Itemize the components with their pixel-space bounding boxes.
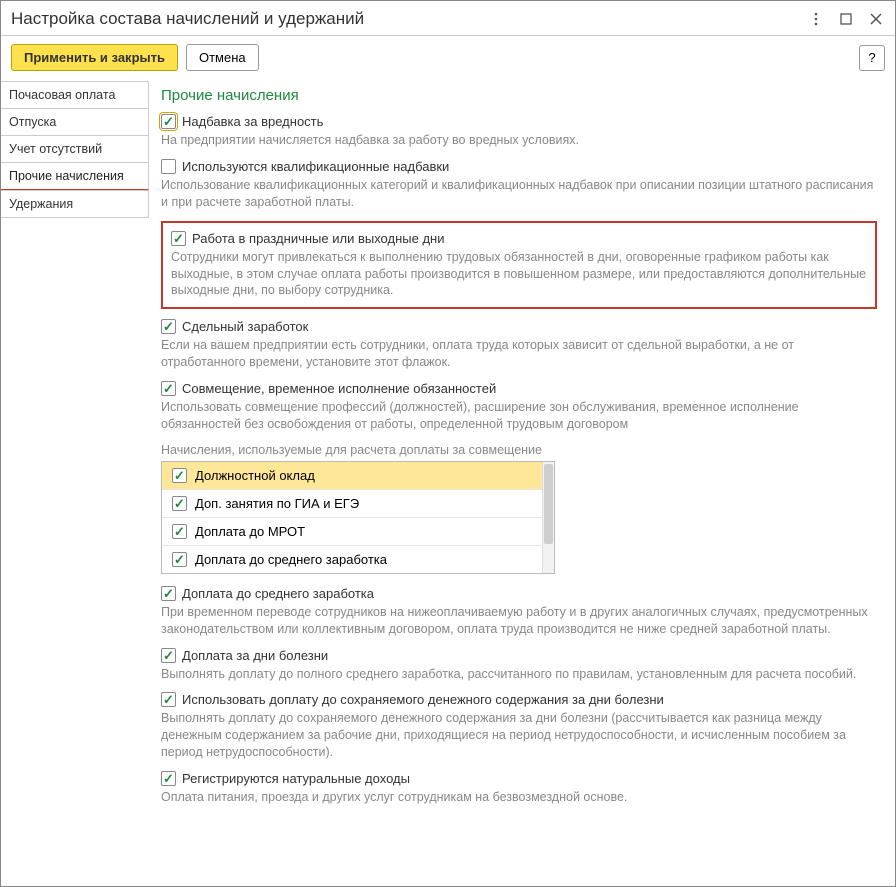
option-natural-income: Регистрируются натуральные доходы Оплата…	[161, 771, 877, 806]
list-item-label: Доп. занятия по ГИА и ЕГЭ	[195, 496, 359, 511]
option-desc: Выполнять доплату до полного среднего за…	[161, 666, 877, 683]
checkbox-avg-pay[interactable]	[161, 586, 176, 601]
option-desc: Использование квалификационных категорий…	[161, 177, 877, 211]
checkbox-natural-income[interactable]	[161, 771, 176, 786]
option-desc: Оплата питания, проезда и других услуг с…	[161, 789, 877, 806]
option-label: Доплата до среднего заработка	[182, 586, 374, 601]
scrollbar-thumb[interactable]	[544, 464, 553, 544]
option-harmful-bonus: Надбавка за вредность На предприятии нач…	[161, 114, 877, 149]
list-item[interactable]: Доплата до МРОТ	[162, 518, 544, 546]
option-label: Работа в праздничные или выходные дни	[192, 231, 444, 246]
list-item[interactable]: Должностной оклад	[162, 462, 544, 490]
checkbox-harmful-bonus[interactable]	[161, 114, 176, 129]
option-qualification-bonus: Используются квалификационные надбавки И…	[161, 159, 877, 211]
list-item[interactable]: Доплата до среднего заработка	[162, 546, 544, 573]
close-icon[interactable]	[867, 10, 885, 28]
option-desc: На предприятии начисляется надбавка за р…	[161, 132, 877, 149]
sidebar-item-vacation[interactable]: Отпуска	[1, 108, 149, 136]
checkbox-list-item[interactable]	[172, 496, 187, 511]
option-label: Сдельный заработок	[182, 319, 308, 334]
section-title: Прочие начисления	[161, 87, 877, 104]
option-avg-pay-supplement: Доплата до среднего заработка При времен…	[161, 586, 877, 638]
option-label: Совмещение, временное исполнение обязанн…	[182, 381, 496, 396]
checkbox-holiday-work[interactable]	[171, 231, 186, 246]
option-desc: При временном переводе сотрудников на ни…	[161, 604, 877, 638]
option-label: Доплата за дни болезни	[182, 648, 328, 663]
kebab-icon[interactable]	[807, 10, 825, 28]
sidebar: Почасовая оплата Отпуска Учет отсутствий…	[1, 79, 149, 884]
list-label: Начисления, используемые для расчета доп…	[161, 443, 877, 457]
window-title: Настройка состава начислений и удержаний	[11, 9, 795, 29]
option-label: Используются квалификационные надбавки	[182, 159, 449, 174]
sidebar-item-hourly[interactable]: Почасовая оплата	[1, 81, 149, 109]
option-preserved-pay-sick: Использовать доплату до сохраняемого ден…	[161, 692, 877, 761]
option-desc: Если на вашем предприятии есть сотрудник…	[161, 337, 877, 371]
checkbox-combination[interactable]	[161, 381, 176, 396]
highlighted-option: Работа в праздничные или выходные дни Со…	[161, 221, 877, 310]
option-combination: Совмещение, временное исполнение обязанн…	[161, 381, 877, 433]
checkbox-qualification-bonus[interactable]	[161, 159, 176, 174]
checkbox-list-item[interactable]	[172, 524, 187, 539]
sidebar-item-deductions[interactable]: Удержания	[1, 190, 149, 218]
option-desc: Выполнять доплату до сохраняемого денежн…	[161, 710, 877, 761]
list-item-label: Доплата до среднего заработка	[195, 552, 387, 567]
help-button[interactable]: ?	[859, 45, 885, 71]
list-item-label: Должностной оклад	[195, 468, 315, 483]
option-label: Регистрируются натуральные доходы	[182, 771, 410, 786]
option-label: Надбавка за вредность	[182, 114, 323, 129]
list-item-label: Доплата до МРОТ	[195, 524, 305, 539]
cancel-button[interactable]: Отмена	[186, 44, 259, 71]
checkbox-piecework[interactable]	[161, 319, 176, 334]
option-sick-days-supplement: Доплата за дни болезни Выполнять доплату…	[161, 648, 877, 683]
apply-close-button[interactable]: Применить и закрыть	[11, 44, 178, 71]
option-desc: Использовать совмещение профессий (должн…	[161, 399, 877, 433]
sidebar-item-other-accruals[interactable]: Прочие начисления	[1, 162, 149, 191]
maximize-icon[interactable]	[837, 10, 855, 28]
checkbox-list-item[interactable]	[172, 468, 187, 483]
option-piecework: Сдельный заработок Если на вашем предпри…	[161, 319, 877, 371]
option-desc: Сотрудники могут привлекаться к выполнен…	[171, 249, 867, 300]
checkbox-preserved-pay[interactable]	[161, 692, 176, 707]
checkbox-sick-days[interactable]	[161, 648, 176, 663]
checkbox-list-item[interactable]	[172, 552, 187, 567]
option-label: Использовать доплату до сохраняемого ден…	[182, 692, 664, 707]
scrollbar[interactable]	[542, 462, 554, 573]
accruals-listbox[interactable]: Должностной оклад Доп. занятия по ГИА и …	[161, 461, 555, 574]
content-panel: Прочие начисления Надбавка за вредность …	[149, 79, 895, 884]
sidebar-item-absence[interactable]: Учет отсутствий	[1, 135, 149, 163]
list-item[interactable]: Доп. занятия по ГИА и ЕГЭ	[162, 490, 544, 518]
